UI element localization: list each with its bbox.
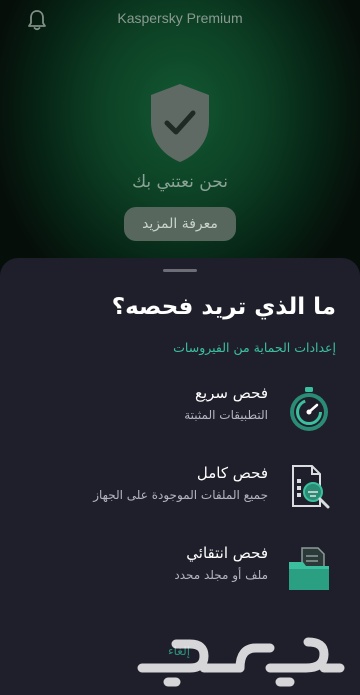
stopwatch-icon [290, 387, 328, 431]
custom-scan-description: ملف أو مجلد محدد [174, 568, 268, 582]
full-scan-name: فحص كامل [196, 464, 268, 482]
top-bar: Kaspersky Premium [0, 0, 360, 38]
haraj-watermark-logo [137, 637, 345, 687]
learn-more-button[interactable]: معرفة المزيد [124, 207, 236, 241]
file-magnifier-icon [292, 465, 330, 509]
full-scan-item[interactable]: فحص كامل جميع الملفات الموجودة على الجها… [0, 454, 360, 524]
shield-check-icon [151, 84, 209, 162]
sheet-drag-handle[interactable] [163, 269, 197, 272]
quick-scan-item[interactable]: فحص سريع التطبيقات المثبتة [0, 374, 360, 444]
quick-scan-description: التطبيقات المثبتة [184, 408, 268, 422]
antivirus-settings-link[interactable]: إعدادات الحماية من الفيروسات [173, 340, 336, 355]
app-title: Kaspersky Premium [117, 10, 243, 26]
quick-scan-name: فحص سريع [194, 384, 268, 402]
custom-scan-item[interactable]: فحص انتقائي ملف أو مجلد محدد [0, 534, 360, 604]
custom-scan-name: فحص انتقائي [186, 544, 268, 562]
sheet-title: ما الذي تريد فحصه؟ [111, 294, 336, 320]
folder-icon [289, 547, 329, 590]
full-scan-description: جميع الملفات الموجودة على الجهاز [93, 488, 268, 502]
protection-status-text: نحن نعتني بك [132, 172, 228, 192]
